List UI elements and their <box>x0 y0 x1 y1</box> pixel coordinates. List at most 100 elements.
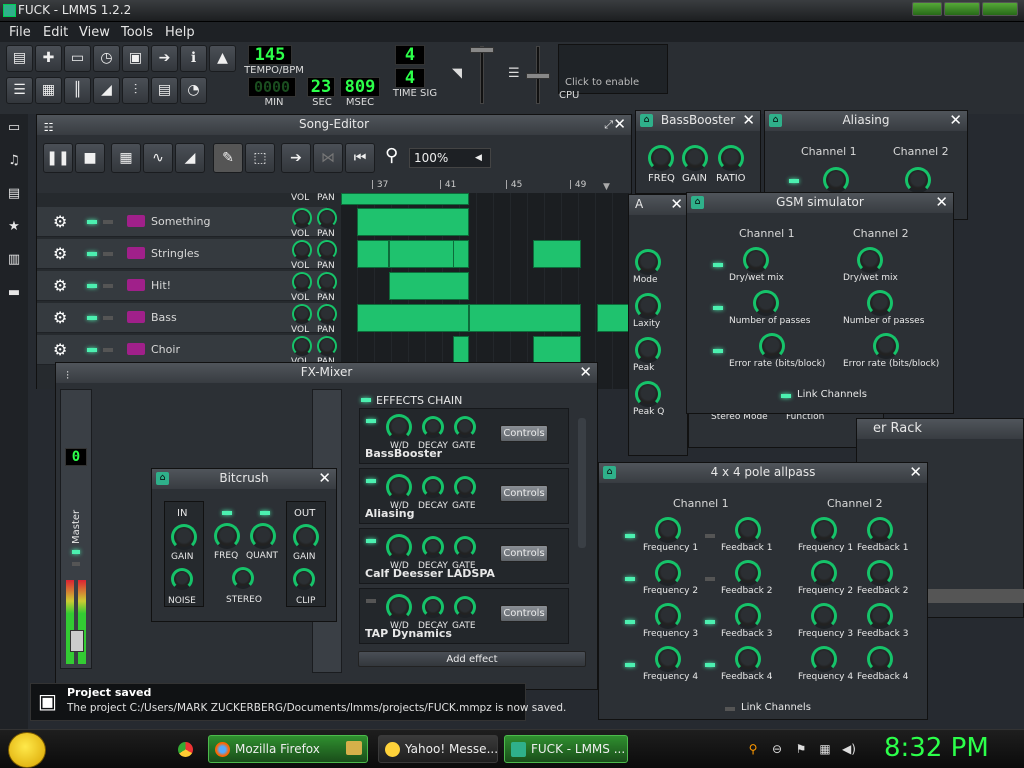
frequency-3-channel-2-knob[interactable] <box>811 603 837 629</box>
export-project-icon[interactable]: ➔ <box>151 45 178 72</box>
search-icon[interactable]: ⚲ <box>746 742 760 756</box>
wet-dry-knob[interactable] <box>386 414 412 440</box>
beat-editor-icon[interactable]: ▦ <box>35 77 62 104</box>
select-mode-icon[interactable]: ⬚ <box>245 143 275 173</box>
controls-button[interactable]: Controls <box>500 545 548 562</box>
draw-mode-icon[interactable]: ✎ <box>213 143 243 173</box>
frequency-1-channel-1-knob[interactable] <box>655 517 681 543</box>
project-saved-notification[interactable]: ▣ Project saved The project C:/Users/MAR… <box>30 683 566 721</box>
noise-knob[interactable] <box>171 568 193 590</box>
panning-knob[interactable] <box>317 304 337 324</box>
effect-enable-led[interactable] <box>366 539 376 543</box>
taskbar-yahoo-messenger[interactable]: Yahoo! Messe... <box>378 735 498 763</box>
input-gain-knob[interactable] <box>171 524 197 550</box>
track-solo-led[interactable] <box>103 284 113 288</box>
drywet-enable-led[interactable] <box>713 263 723 267</box>
save-project-icon[interactable]: ▣ <box>122 45 149 72</box>
track-name[interactable]: Stringles <box>151 247 199 260</box>
track-solo-led[interactable] <box>103 348 113 352</box>
stereo-knob[interactable] <box>232 567 254 589</box>
pattern-clip[interactable] <box>357 240 389 268</box>
effect-enable-led[interactable] <box>366 479 376 483</box>
controls-button[interactable]: Controls <box>500 425 548 442</box>
pattern-clip[interactable] <box>341 193 469 205</box>
track-solo-led[interactable] <box>103 316 113 320</box>
playhead-marker-icon[interactable]: ▼ <box>603 182 610 192</box>
aliasing-channel-2-knob[interactable] <box>905 167 931 193</box>
wet-dry-knob[interactable] <box>386 594 412 620</box>
close-window-button[interactable] <box>982 2 1018 16</box>
feedback-1-channel-2-knob[interactable] <box>867 517 893 543</box>
link-channels-label[interactable]: Link Channels <box>797 389 867 400</box>
drywet-channel-2-knob[interactable] <box>857 247 883 273</box>
frequency-knob[interactable] <box>214 523 240 549</box>
feedback-2-led[interactable] <box>705 577 715 581</box>
master-volume-handle[interactable] <box>470 47 494 53</box>
song-editor-icon[interactable]: ☰ <box>6 77 33 104</box>
frequency-4-channel-2-knob[interactable] <box>811 646 837 672</box>
error-rate-enable-led[interactable] <box>713 349 723 353</box>
system-clock[interactable]: 8:32 PM <box>884 733 989 763</box>
clip-knob[interactable] <box>293 568 315 590</box>
panning-knob[interactable] <box>317 208 337 228</box>
zoom-dropdown-arrow-icon[interactable]: ◀ <box>475 149 489 167</box>
frequency-2-led[interactable] <box>625 577 635 581</box>
taskbar-firefox[interactable]: Mozilla Firefox <box>208 735 368 763</box>
maximize-song-editor-icon[interactable]: ⤢ <box>604 115 613 134</box>
track-settings-gear-icon[interactable]: ⚙ <box>53 308 67 327</box>
pattern-clip[interactable] <box>469 304 581 332</box>
piano-roll-icon[interactable]: ║ <box>64 77 91 104</box>
add-automation-track-icon[interactable]: ◢ <box>175 143 205 173</box>
volume-knob[interactable] <box>292 272 312 292</box>
whats-this-icon[interactable]: ℹ <box>180 45 207 72</box>
stop-behaviour-icon[interactable]: ⏮ <box>345 143 375 173</box>
controller-rack-icon[interactable]: ◔ <box>180 77 207 104</box>
master-pitch-handle[interactable] <box>526 73 550 79</box>
my-presets-icon[interactable]: ▤ <box>6 186 22 202</box>
close-bitcrush-icon[interactable]: ✕ <box>318 469 331 488</box>
controls-button[interactable]: Controls <box>500 485 548 502</box>
close-allpass-icon[interactable]: ✕ <box>909 463 922 482</box>
feedback-3-channel-2-knob[interactable] <box>867 603 893 629</box>
my-home-icon[interactable]: ★ <box>6 219 22 235</box>
bass-gain-knob[interactable] <box>682 145 708 171</box>
auto-scroll-icon[interactable]: ➔ <box>281 143 311 173</box>
bass-ratio-knob[interactable] <box>718 145 744 171</box>
decay-knob[interactable] <box>422 476 444 498</box>
add-effect-button[interactable]: Add effect <box>358 651 586 667</box>
feedback-4-channel-1-knob[interactable] <box>735 646 761 672</box>
feedback-4-led[interactable] <box>705 663 715 667</box>
new-project-icon[interactable]: ▤ <box>6 45 33 72</box>
maximize-button[interactable] <box>944 2 980 16</box>
mode-knob[interactable] <box>635 249 661 275</box>
loop-points-icon[interactable]: ⋈ <box>313 143 343 173</box>
aliasing-channel-1-knob[interactable] <box>823 167 849 193</box>
pattern-clip[interactable] <box>453 240 469 268</box>
passes-channel-1-knob[interactable] <box>753 290 779 316</box>
add-beat-track-icon[interactable]: ▦ <box>111 143 141 173</box>
pattern-clip[interactable] <box>597 304 631 332</box>
freq-enable-led[interactable] <box>222 511 232 515</box>
track-solo-led[interactable] <box>103 220 113 224</box>
feedback-2-channel-1-knob[interactable] <box>735 560 761 586</box>
laxity-knob[interactable] <box>635 293 661 319</box>
my-projects-icon[interactable]: ▭ <box>6 120 22 136</box>
frequency-2-channel-2-knob[interactable] <box>811 560 837 586</box>
pattern-clip[interactable] <box>533 336 581 364</box>
pattern-clip[interactable] <box>357 304 469 332</box>
gate-knob[interactable] <box>454 476 476 498</box>
volume-knob[interactable] <box>292 304 312 324</box>
decay-knob[interactable] <box>422 416 444 438</box>
quantization-knob[interactable] <box>250 523 276 549</box>
link-channels-led[interactable] <box>781 394 791 398</box>
output-gain-knob[interactable] <box>293 524 319 550</box>
add-sample-track-icon[interactable]: ∿ <box>143 143 173 173</box>
menu-tools[interactable]: Tools <box>121 25 153 40</box>
close-gsm-icon[interactable]: ✕ <box>935 193 948 212</box>
master-channel-strip[interactable]: 0 Master <box>60 389 92 669</box>
open-project-icon[interactable]: ▭ <box>64 45 91 72</box>
close-aliasing-icon[interactable]: ✕ <box>949 111 962 130</box>
decay-knob[interactable] <box>422 596 444 618</box>
track-mute-led[interactable] <box>87 348 97 352</box>
master-solo-led[interactable] <box>72 562 80 566</box>
